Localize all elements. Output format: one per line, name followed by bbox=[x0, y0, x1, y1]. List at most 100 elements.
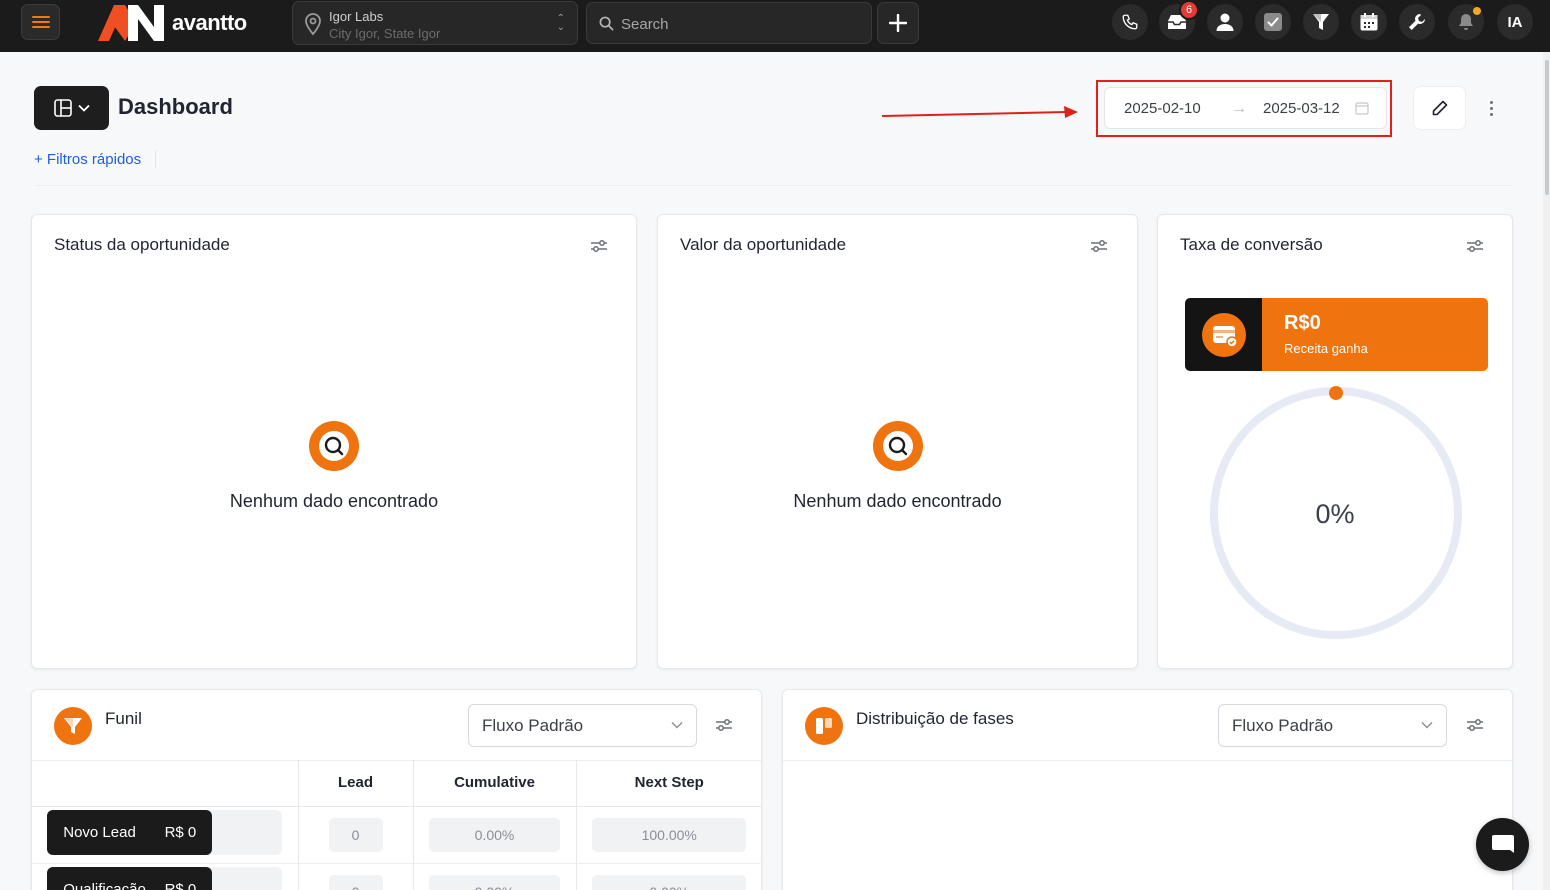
empty-state-text: Nenhum dado encontrado bbox=[229, 491, 439, 511]
empty-state: Nenhum dado encontrado bbox=[658, 421, 1137, 512]
calendar-icon bbox=[1360, 13, 1378, 31]
sliders-icon[interactable] bbox=[1465, 236, 1485, 256]
bell-icon bbox=[1459, 14, 1473, 30]
empty-state: Nenhum dado encontrado bbox=[32, 421, 636, 512]
revenue-won-banner: R$0 Receita ganha bbox=[1185, 298, 1488, 371]
phase-distribution-card: Distribuição de fases Fluxo Padrão bbox=[782, 689, 1513, 890]
notifications-button[interactable] bbox=[1448, 4, 1484, 40]
opportunities-button[interactable] bbox=[1303, 4, 1339, 40]
quick-filters-button[interactable]: + Filtros rápidos bbox=[34, 150, 157, 168]
app-logo[interactable]: avantto bbox=[98, 5, 247, 41]
search-bar[interactable] bbox=[586, 2, 872, 44]
stage-bar[interactable]: Novo Lead R$ 0 bbox=[47, 809, 283, 855]
search-icon bbox=[599, 16, 614, 31]
opportunity-status-card: Status da oportunidade Nenhum dado encon… bbox=[31, 214, 637, 669]
lead-count: 0 bbox=[328, 874, 383, 890]
avantto-logo-icon bbox=[98, 5, 164, 41]
lead-count: 0 bbox=[328, 817, 383, 852]
phone-icon bbox=[1122, 14, 1138, 30]
column-header-lead: Lead bbox=[298, 760, 414, 807]
empty-search-icon bbox=[309, 421, 359, 471]
calendar-button[interactable] bbox=[1351, 4, 1387, 40]
empty-search-icon bbox=[872, 421, 923, 471]
page-title: Dashboard bbox=[118, 94, 233, 119]
plus-icon bbox=[889, 14, 907, 32]
menu-icon bbox=[31, 16, 50, 28]
location-selector[interactable]: Igor Labs City Igor, State Igor ⌃ ⌄ bbox=[292, 1, 578, 45]
stage-amount: R$ 0 bbox=[164, 823, 197, 841]
map-pin-icon bbox=[305, 13, 321, 36]
column-header-cumulative: Cumulative bbox=[413, 760, 577, 807]
more-options-button[interactable] bbox=[1482, 96, 1500, 120]
stage-amount: R$ 0 bbox=[164, 880, 197, 890]
sliders-icon[interactable] bbox=[714, 715, 734, 735]
flow-select[interactable]: Fluxo Padrão bbox=[1218, 704, 1447, 747]
location-subtitle: City Igor, State Igor bbox=[329, 26, 441, 41]
tasks-check-icon bbox=[1264, 13, 1282, 31]
sliders-icon[interactable] bbox=[589, 236, 609, 256]
cumulative-value: 0.00% bbox=[429, 874, 560, 890]
phone-button[interactable] bbox=[1112, 4, 1148, 40]
settings-tools-button[interactable] bbox=[1399, 4, 1435, 40]
chat-widget-button[interactable] bbox=[1476, 818, 1529, 871]
inbox-button[interactable]: 6 bbox=[1159, 0, 1199, 40]
annotation-arrow bbox=[881, 106, 1078, 118]
user-icon bbox=[1216, 13, 1234, 31]
column-header-next-step: Next Step bbox=[576, 760, 762, 807]
chevron-updown-icon: ⌃ ⌄ bbox=[556, 13, 565, 33]
location-name: Igor Labs bbox=[329, 9, 384, 24]
search-input[interactable] bbox=[621, 13, 861, 35]
empty-state-text: Nenhum dado encontrado bbox=[793, 491, 1002, 511]
funnel-icon bbox=[1313, 14, 1329, 30]
tasks-button[interactable] bbox=[1255, 4, 1291, 40]
revenue-value: R$0 bbox=[1284, 312, 1321, 334]
date-start[interactable]: 2025-02-10 bbox=[1124, 100, 1201, 117]
card-title: Funil bbox=[105, 709, 142, 728]
user-avatar[interactable]: IA bbox=[1497, 4, 1533, 40]
conversion-percent: 0% bbox=[1315, 499, 1355, 529]
next-step-value: 0.00% bbox=[592, 874, 747, 890]
stage-name: Qualificação bbox=[63, 880, 146, 890]
column-header bbox=[32, 760, 299, 807]
funnel-card: Funil Fluxo Padrão Lead Cumulative Next … bbox=[31, 689, 762, 890]
layout-icon bbox=[53, 99, 72, 117]
logo-text: avantto bbox=[172, 10, 247, 35]
scrollbar-thumb[interactable] bbox=[1545, 60, 1549, 195]
sliders-icon[interactable] bbox=[1089, 236, 1109, 256]
header-divider bbox=[34, 185, 1512, 186]
revenue-label: Receita ganha bbox=[1284, 341, 1368, 356]
card-title: Taxa de conversão bbox=[1180, 235, 1323, 254]
funnel-table: Lead Cumulative Next Step Novo Lead R$ 0 … bbox=[32, 760, 762, 890]
add-button[interactable] bbox=[877, 2, 919, 44]
phase-card-icon bbox=[805, 707, 843, 745]
flow-select[interactable]: Fluxo Padrão bbox=[468, 704, 697, 747]
contacts-button[interactable] bbox=[1207, 4, 1243, 40]
card-title: Distribuição de fases bbox=[856, 709, 1014, 728]
card-title: Valor da oportunidade bbox=[680, 235, 847, 254]
chat-icon bbox=[1491, 834, 1514, 853]
wrench-icon bbox=[1409, 14, 1425, 30]
flow-select-value: Fluxo Padrão bbox=[482, 716, 584, 735]
date-range-picker[interactable]: 2025-02-10 → 2025-03-12 bbox=[1104, 87, 1387, 129]
flow-select-value: Fluxo Padrão bbox=[1232, 716, 1334, 735]
stage-name: Novo Lead bbox=[63, 823, 136, 841]
funnel-icon bbox=[64, 718, 82, 734]
divider bbox=[783, 760, 1512, 761]
edit-dashboard-button[interactable] bbox=[1413, 86, 1466, 130]
chevron-down-icon bbox=[77, 104, 90, 112]
sliders-icon[interactable] bbox=[1465, 715, 1485, 735]
revenue-icon-box bbox=[1185, 298, 1262, 371]
conversion-rate-card: Taxa de conversão R$0 Receita ganha 0% bbox=[1157, 214, 1513, 669]
layout-switcher-button[interactable] bbox=[34, 86, 109, 130]
divider bbox=[155, 150, 157, 168]
opportunity-value-card: Valor da oportunidade Nenhum dado encont… bbox=[657, 214, 1138, 669]
arrow-right-icon: → bbox=[1231, 100, 1247, 117]
stage-bar[interactable]: Qualificação R$ 0 bbox=[47, 866, 283, 890]
notification-dot bbox=[1473, 7, 1481, 15]
top-navbar: avantto Igor Labs City Igor, State Igor … bbox=[0, 0, 1550, 52]
card-title: Status da oportunidade bbox=[54, 235, 230, 254]
menu-button[interactable] bbox=[21, 4, 60, 40]
quick-filters-label: + Filtros rápidos bbox=[34, 150, 142, 168]
gauge-knob bbox=[1329, 386, 1343, 400]
date-end[interactable]: 2025-03-12 bbox=[1263, 100, 1351, 117]
